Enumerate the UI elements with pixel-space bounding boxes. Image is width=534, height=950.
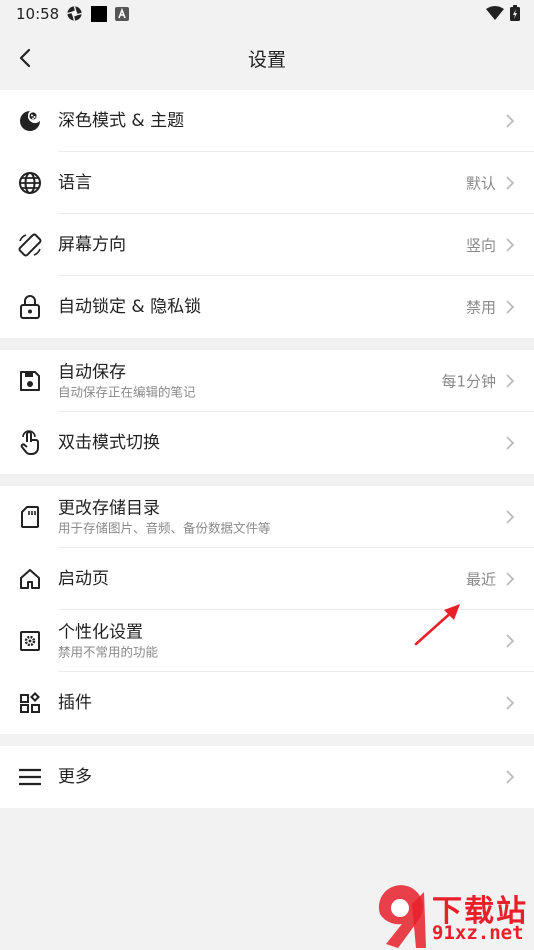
row-value: 每1分钟 — [441, 372, 496, 391]
status-time: 10:58 — [16, 5, 60, 23]
widgets-icon — [17, 690, 43, 716]
row-value: 最近 — [465, 570, 496, 589]
chevron-right-icon — [506, 300, 515, 314]
row-auto-lock-text: 自动锁定 & 隐私锁 — [58, 296, 201, 318]
row-double-tap-switch-text: 双击模式切换 — [58, 432, 160, 454]
screen-rotation-icon — [17, 232, 43, 258]
palette-icon — [17, 108, 43, 134]
app-bar: 设置 — [0, 28, 534, 88]
chevron-right-icon — [506, 176, 515, 190]
row-storage-directory-text: 更改存储目录 用于存储图片、音频、备份数据文件等 — [58, 498, 271, 537]
globe-icon — [17, 170, 43, 196]
settings-group-more: 更多 — [0, 746, 534, 808]
font-notification-icon — [115, 6, 129, 21]
row-dark-mode-theme[interactable]: 深色模式 & 主题 — [0, 90, 534, 152]
row-label: 自动保存 — [58, 362, 126, 383]
row-value: 竖向 — [465, 236, 496, 255]
app-notification-icon — [91, 5, 107, 22]
row-screen-orientation[interactable]: 屏幕方向 竖向 — [0, 214, 534, 276]
chevron-right-icon — [506, 238, 515, 252]
row-subtitle: 自动保存正在编辑的笔记 — [58, 384, 196, 400]
watermark-line2: 91xz.net — [432, 922, 524, 944]
row-label: 个性化设置 — [58, 622, 143, 643]
row-startup-page-text: 启动页 — [58, 568, 109, 590]
row-value: 禁用 — [465, 298, 496, 317]
settings-group-editing: 自动保存 自动保存正在编辑的笔记 每1分钟 双击模式切换 — [0, 350, 534, 474]
row-plugins[interactable]: 插件 — [0, 672, 534, 734]
wifi-icon — [486, 6, 504, 20]
lock-icon — [17, 294, 43, 320]
chevron-right-icon — [506, 374, 515, 388]
status-icons-left — [66, 5, 129, 22]
settings-group-display: 深色模式 & 主题 语言 默认 屏幕方向 竖向 自动锁定 & 隐私锁 禁用 — [0, 90, 534, 338]
touch-icon — [17, 430, 43, 456]
row-auto-save[interactable]: 自动保存 自动保存正在编辑的笔记 每1分钟 — [0, 350, 534, 412]
row-language[interactable]: 语言 默认 — [0, 152, 534, 214]
chevron-right-icon — [506, 114, 515, 128]
row-more-text: 更多 — [58, 766, 92, 788]
row-personalization-text: 个性化设置 禁用不常用的功能 — [58, 622, 158, 661]
battery-icon — [510, 5, 520, 21]
sd-card-icon — [17, 504, 43, 530]
annotation-arrow-icon — [414, 604, 460, 646]
save-icon — [17, 368, 43, 394]
settings-box-icon — [17, 628, 43, 654]
row-label: 启动页 — [58, 569, 109, 589]
row-double-tap-switch[interactable]: 双击模式切换 — [0, 412, 534, 474]
row-subtitle: 禁用不常用的功能 — [58, 644, 159, 660]
page-title: 设置 — [247, 49, 286, 71]
chevron-right-icon — [506, 436, 515, 450]
chevron-right-icon — [506, 634, 515, 648]
row-subtitle: 用于存储图片、音频、备份数据文件等 — [58, 520, 271, 536]
chevron-right-icon — [506, 510, 515, 524]
row-label: 屏幕方向 — [58, 235, 126, 255]
menu-icon — [17, 764, 43, 790]
row-label: 插件 — [58, 693, 92, 713]
status-icons-right — [486, 5, 520, 21]
row-storage-directory[interactable]: 更改存储目录 用于存储图片、音频、备份数据文件等 — [0, 486, 534, 548]
row-value: 默认 — [465, 174, 496, 193]
row-label: 更多 — [58, 767, 92, 787]
row-screen-orientation-text: 屏幕方向 — [58, 234, 126, 256]
row-label: 语言 — [58, 173, 92, 193]
row-label: 双击模式切换 — [58, 433, 160, 453]
row-plugins-text: 插件 — [58, 692, 92, 714]
row-more[interactable]: 更多 — [0, 746, 534, 808]
watermark: 下载站 91xz.net — [372, 884, 532, 950]
chevron-right-icon — [506, 770, 515, 784]
row-auto-save-text: 自动保存 自动保存正在编辑的笔记 — [58, 362, 196, 401]
row-label: 深色模式 & 主题 — [58, 111, 185, 131]
row-language-text: 语言 — [58, 172, 92, 194]
aperture-icon — [67, 6, 82, 21]
chevron-right-icon — [506, 696, 515, 710]
chevron-right-icon — [506, 572, 515, 586]
status-bar: 10:58 — [0, 0, 534, 28]
watermark-logo-icon — [378, 885, 426, 948]
row-label: 更改存储目录 — [58, 498, 160, 519]
row-auto-lock[interactable]: 自动锁定 & 隐私锁 禁用 — [0, 276, 534, 338]
row-label: 自动锁定 & 隐私锁 — [58, 297, 202, 317]
row-dark-mode-theme-text: 深色模式 & 主题 — [58, 110, 184, 132]
home-icon — [17, 566, 43, 592]
